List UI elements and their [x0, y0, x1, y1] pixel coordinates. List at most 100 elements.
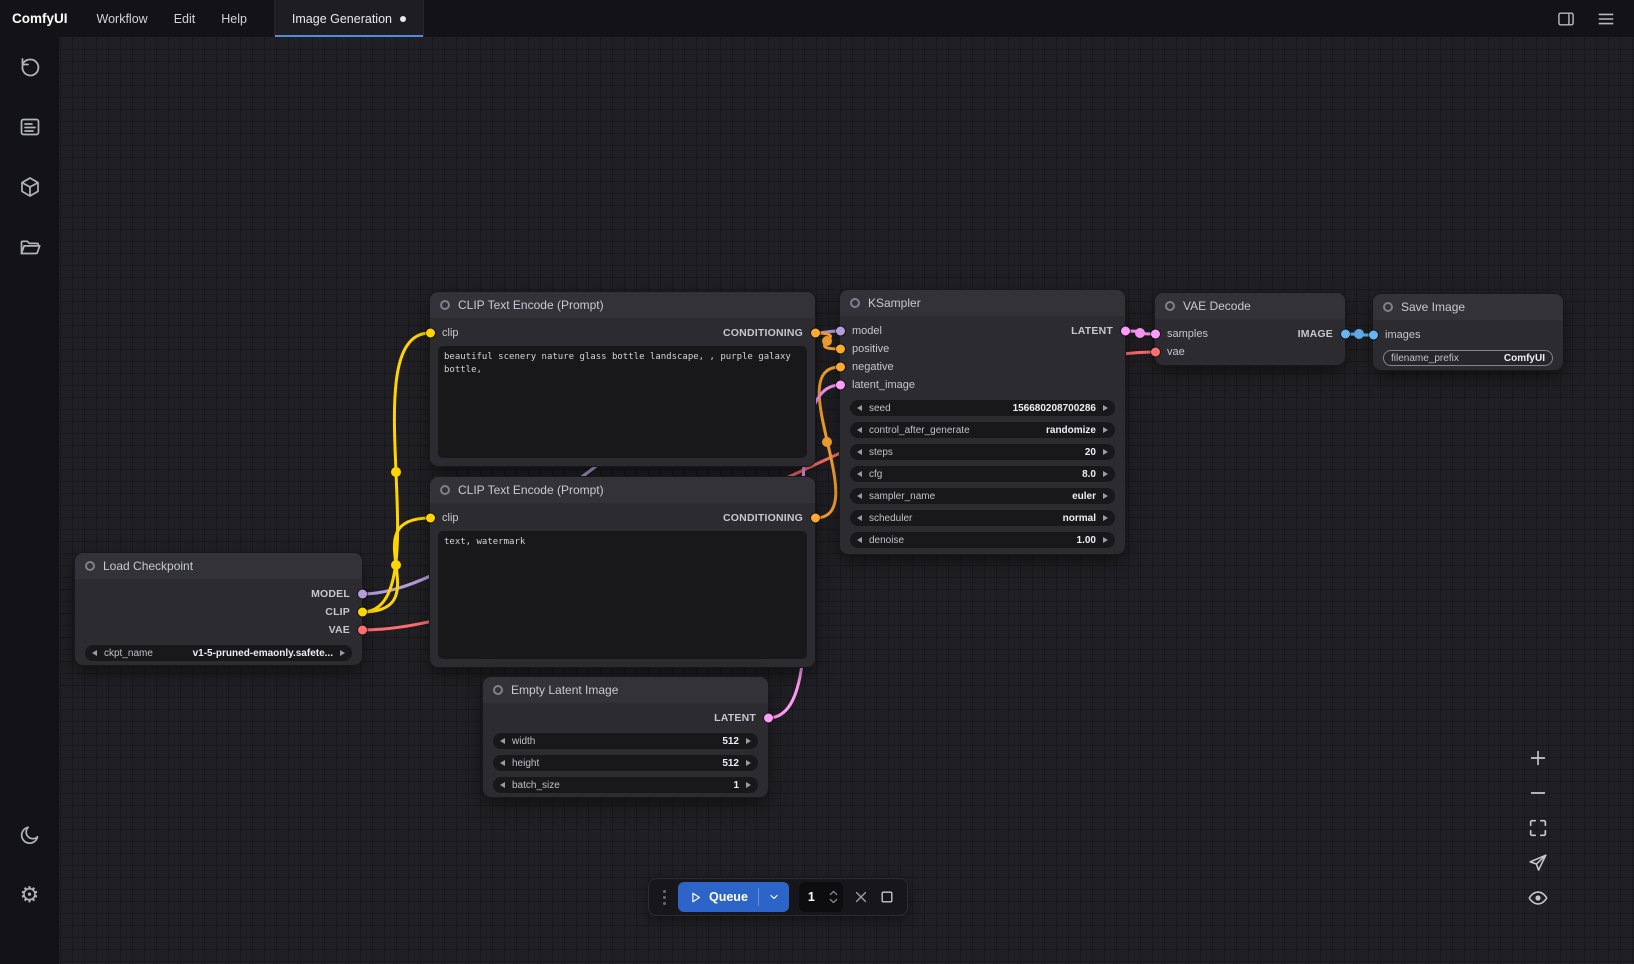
increment-icon[interactable] — [746, 760, 751, 766]
logs-panel-icon[interactable] — [18, 115, 42, 139]
prev-value-icon[interactable] — [92, 650, 97, 656]
zoom-out-icon[interactable] — [1526, 781, 1550, 805]
next-value-icon[interactable] — [1103, 493, 1108, 499]
output-dot-clip[interactable] — [358, 608, 367, 617]
tab-image-generation[interactable]: Image Generation — [274, 0, 424, 37]
node-header[interactable]: Load Checkpoint — [75, 553, 362, 579]
queue-button[interactable]: Queue — [678, 882, 789, 912]
increment-icon[interactable] — [1103, 471, 1108, 477]
drag-handle-icon[interactable] — [663, 896, 666, 899]
widget-denoise[interactable]: denoise 1.00 — [850, 532, 1115, 548]
input-dot-positive[interactable] — [836, 345, 845, 354]
next-value-icon[interactable] — [1103, 515, 1108, 521]
increment-icon[interactable] — [746, 782, 751, 788]
prev-value-icon[interactable] — [857, 427, 862, 433]
clear-queue-icon[interactable] — [853, 889, 869, 905]
increment-icon[interactable] — [1103, 449, 1108, 455]
decrement-icon[interactable] — [857, 449, 862, 455]
menu-help[interactable]: Help — [208, 12, 260, 26]
node-header[interactable]: VAE Decode — [1155, 293, 1345, 319]
widget-control-after-generate[interactable]: control_after_generate randomize — [850, 422, 1115, 438]
prev-value-icon[interactable] — [857, 515, 862, 521]
menu-edit[interactable]: Edit — [161, 12, 209, 26]
next-value-icon[interactable] — [340, 650, 345, 656]
step-down-icon[interactable] — [829, 898, 838, 904]
node-load-checkpoint[interactable]: Load Checkpoint MODEL CLIP VAE ckpt_name… — [75, 553, 362, 665]
batch-count-input[interactable]: 1 — [799, 882, 843, 912]
prev-value-icon[interactable] — [857, 493, 862, 499]
widget-steps[interactable]: steps 20 — [850, 444, 1115, 460]
widget-scheduler[interactable]: scheduler normal — [850, 510, 1115, 526]
node-clip-text-encode-negative[interactable]: CLIP Text Encode (Prompt) clip CONDITION… — [430, 477, 815, 667]
output-dot-conditioning[interactable] — [811, 514, 820, 523]
collapse-dot-icon[interactable] — [1383, 302, 1393, 312]
prompt-text-widget[interactable]: text, watermark — [438, 531, 807, 659]
input-dot-negative[interactable] — [836, 363, 845, 372]
queue-options-chevron-icon[interactable] — [759, 882, 789, 912]
widget-ckpt-name[interactable]: ckpt_name v1-5-pruned-emaonly.safete... — [85, 645, 352, 661]
collapse-dot-icon[interactable] — [85, 561, 95, 571]
decrement-icon[interactable] — [500, 738, 505, 744]
input-dot-vae[interactable] — [1151, 348, 1160, 357]
node-header[interactable]: CLIP Text Encode (Prompt) — [430, 477, 815, 503]
menu-workflow[interactable]: Workflow — [84, 12, 161, 26]
settings-gear-icon[interactable]: ⚙ — [18, 883, 42, 907]
output-dot-model[interactable] — [358, 590, 367, 599]
output-dot-image[interactable] — [1341, 330, 1350, 339]
input-dot-latent-image[interactable] — [836, 381, 845, 390]
prompt-text-widget[interactable]: beautiful scenery nature glass bottle la… — [438, 346, 807, 458]
input-dot-model[interactable] — [836, 327, 845, 336]
widget-cfg[interactable]: cfg 8.0 — [850, 466, 1115, 482]
increment-icon[interactable] — [1103, 537, 1108, 543]
pan-mode-icon[interactable] — [1526, 851, 1550, 875]
input-dot-images[interactable] — [1369, 331, 1378, 340]
decrement-icon[interactable] — [857, 405, 862, 411]
output-dot-conditioning[interactable] — [811, 329, 820, 338]
fit-view-icon[interactable] — [1526, 816, 1550, 840]
workflow-history-icon[interactable] — [18, 55, 42, 79]
decrement-icon[interactable] — [857, 471, 862, 477]
input-dot-samples[interactable] — [1151, 330, 1160, 339]
node-header[interactable]: KSampler — [840, 290, 1125, 316]
output-dot-latent[interactable] — [764, 714, 773, 723]
output-dot-latent[interactable] — [1121, 327, 1130, 336]
node-header[interactable]: Save Image — [1373, 294, 1563, 320]
widget-filename-prefix[interactable]: filename_prefix ComfyUI — [1383, 350, 1553, 366]
workflows-folder-icon[interactable] — [18, 235, 42, 259]
app-logo[interactable]: ComfyUI — [0, 11, 84, 26]
decrement-icon[interactable] — [500, 782, 505, 788]
output-dot-vae[interactable] — [358, 626, 367, 635]
decrement-icon[interactable] — [857, 537, 862, 543]
widget-sampler-name[interactable]: sampler_name euler — [850, 488, 1115, 504]
theme-toggle-moon-icon[interactable] — [18, 823, 42, 847]
collapse-dot-icon[interactable] — [850, 298, 860, 308]
widget-batch-size[interactable]: batch_size 1 — [493, 777, 758, 793]
input-dot-clip[interactable] — [426, 514, 435, 523]
node-header[interactable]: Empty Latent Image — [483, 677, 768, 703]
toggle-visibility-eye-icon[interactable] — [1526, 886, 1550, 910]
collapse-dot-icon[interactable] — [440, 485, 450, 495]
next-value-icon[interactable] — [1103, 427, 1108, 433]
model-library-icon[interactable] — [18, 175, 42, 199]
node-empty-latent-image[interactable]: Empty Latent Image LATENT width 512 heig… — [483, 677, 768, 797]
node-ksampler[interactable]: KSampler model LATENT positive negative … — [840, 290, 1125, 554]
node-vae-decode[interactable]: VAE Decode samples IMAGE vae — [1155, 293, 1345, 365]
widget-width[interactable]: width 512 — [493, 733, 758, 749]
decrement-icon[interactable] — [500, 760, 505, 766]
widget-height[interactable]: height 512 — [493, 755, 758, 771]
widget-seed[interactable]: seed 156680208700286 — [850, 400, 1115, 416]
collapse-dot-icon[interactable] — [440, 300, 450, 310]
node-clip-text-encode-positive[interactable]: CLIP Text Encode (Prompt) clip CONDITION… — [430, 292, 815, 466]
hamburger-menu-icon[interactable] — [1596, 9, 1616, 29]
stop-icon[interactable] — [879, 889, 895, 905]
increment-icon[interactable] — [1103, 405, 1108, 411]
increment-icon[interactable] — [746, 738, 751, 744]
collapse-dot-icon[interactable] — [493, 685, 503, 695]
node-header[interactable]: CLIP Text Encode (Prompt) — [430, 292, 815, 318]
node-save-image[interactable]: Save Image images filename_prefix ComfyU… — [1373, 294, 1563, 370]
zoom-in-icon[interactable] — [1526, 746, 1550, 770]
collapse-dot-icon[interactable] — [1165, 301, 1175, 311]
input-dot-clip[interactable] — [426, 329, 435, 338]
step-up-icon[interactable] — [829, 890, 838, 896]
toggle-panel-icon[interactable] — [1556, 9, 1576, 29]
